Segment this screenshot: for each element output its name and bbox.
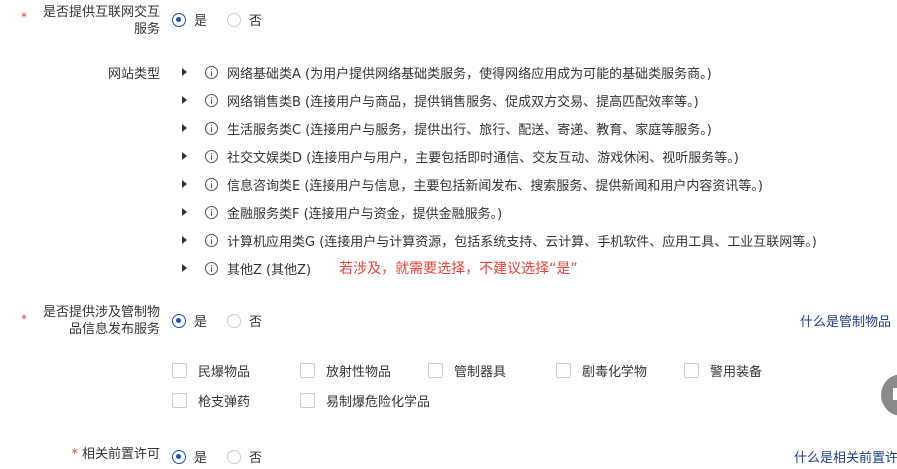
caret-right-icon[interactable] bbox=[182, 68, 187, 76]
radio-checked-icon bbox=[172, 313, 186, 328]
checkbox-firearms[interactable]: 枪支弹药 bbox=[172, 391, 250, 410]
caret-right-icon[interactable] bbox=[182, 236, 187, 244]
internet-service-no-radio[interactable]: 否 bbox=[227, 10, 262, 29]
checkbox-icon bbox=[684, 363, 699, 378]
tree-item-label: 信息咨询类E (连接用户与信息，主要包括新闻发布、搜索服务、提供新闻和用户内容资… bbox=[227, 178, 763, 194]
controlled-items-label-line2: 品信息发布服务 bbox=[68, 322, 160, 337]
controlled-items-help-link[interactable]: 什么是管制物品 bbox=[800, 311, 891, 330]
checkbox-label: 剧毒化学物 bbox=[582, 365, 648, 380]
annotation-note: 若涉及，就需要选择，不建议选择“是” bbox=[339, 261, 578, 277]
radio-label: 否 bbox=[249, 14, 263, 29]
checkbox-label: 易制爆危险化学品 bbox=[326, 395, 431, 410]
tree-item[interactable]: 计算机应用类G (连接用户与计算资源，包括系统支持、云计算、手机软件、应用工具、… bbox=[180, 230, 817, 250]
checkbox-label: 管制器具 bbox=[454, 365, 507, 380]
checkbox-label: 民爆物品 bbox=[198, 365, 251, 380]
info-icon bbox=[205, 261, 218, 275]
checkbox-label: 枪支弹药 bbox=[198, 395, 251, 410]
internet-service-label: 是否提供互联网交互 服务 bbox=[20, 4, 160, 38]
radio-checked-icon bbox=[172, 12, 186, 27]
controlled-items-yes-radio[interactable]: 是 bbox=[172, 311, 207, 330]
checkbox-toxic-chemicals[interactable]: 剧毒化学物 bbox=[556, 361, 647, 380]
radio-label: 否 bbox=[249, 451, 263, 466]
tree-item-label: 其他Z (其他Z) bbox=[227, 262, 312, 278]
radio-label: 是 bbox=[194, 315, 208, 330]
tree-item[interactable]: 社交文娱类D (连接用户与用户，主要包括即时通信、交友互动、游戏休闲、视听服务等… bbox=[180, 146, 739, 166]
pre-permit-no-radio[interactable]: 否 bbox=[227, 447, 262, 466]
checkbox-icon bbox=[300, 393, 315, 408]
checkbox-police-equipment[interactable]: 警用装备 bbox=[684, 361, 762, 380]
internet-service-label-line2: 服务 bbox=[133, 22, 160, 37]
radio-checked-icon bbox=[172, 449, 186, 464]
radio-label: 是 bbox=[194, 451, 208, 466]
checkbox-controlled-tools[interactable]: 管制器具 bbox=[428, 361, 506, 380]
info-icon bbox=[205, 205, 218, 219]
caret-right-icon[interactable] bbox=[182, 152, 187, 160]
info-icon bbox=[205, 149, 218, 163]
checkbox-label: 警用装备 bbox=[710, 365, 763, 380]
pre-permit-label: * 相关前置许可 bbox=[20, 446, 160, 463]
checkbox-label: 放射性物品 bbox=[326, 365, 392, 380]
arrow-icon bbox=[893, 388, 897, 400]
tree-item-label: 社交文娱类D (连接用户与用户，主要包括即时通信、交友互动、游戏休闲、视听服务等… bbox=[227, 150, 739, 166]
checkbox-icon bbox=[172, 393, 187, 408]
caret-right-icon[interactable] bbox=[182, 96, 187, 104]
tree-item[interactable]: 网络基础类A (为用户提供网络基础类服务，使得网络应用成为可能的基础类服务商。) bbox=[180, 62, 712, 82]
tree-item[interactable]: 金融服务类F (连接用户与资金，提供金融服务。) bbox=[180, 202, 502, 222]
controlled-items-label-line1: 是否提供涉及管制物 bbox=[42, 305, 160, 320]
info-icon bbox=[205, 233, 218, 247]
radio-label: 是 bbox=[194, 14, 208, 29]
controlled-items-no-radio[interactable]: 否 bbox=[227, 311, 262, 330]
tree-item-label: 计算机应用类G (连接用户与计算资源，包括系统支持、云计算、手机软件、应用工具、… bbox=[227, 234, 817, 250]
checkbox-radioactive[interactable]: 放射性物品 bbox=[300, 361, 391, 380]
tree-item[interactable]: 生活服务类C (连接用户与服务，提供出行、旅行、配送、寄递、教育、家庭等服务。) bbox=[180, 118, 712, 138]
tree-item[interactable]: 网络销售类B (连接用户与商品，提供销售服务、促成双方交易、提高匹配效率等。) bbox=[180, 90, 699, 110]
checkbox-icon bbox=[172, 363, 187, 378]
internet-service-label-line1: 是否提供互联网交互 bbox=[42, 5, 160, 20]
site-type-label: 网站类型 bbox=[107, 67, 160, 82]
tree-item-label: 网络基础类A (为用户提供网络基础类服务，使得网络应用成为可能的基础类服务商。) bbox=[227, 66, 712, 82]
radio-unchecked-icon bbox=[227, 449, 241, 464]
scroll-top-button[interactable] bbox=[881, 374, 897, 416]
tree-item[interactable]: 其他Z (其他Z) 若涉及，就需要选择，不建议选择“是” bbox=[180, 258, 578, 278]
pre-permit-label-text: 相关前置许可 bbox=[81, 447, 160, 462]
info-icon bbox=[205, 93, 218, 107]
caret-right-icon[interactable] bbox=[182, 208, 187, 216]
pre-permit-help-link[interactable]: 什么是相关前置许 bbox=[794, 447, 897, 466]
checkbox-icon bbox=[428, 363, 443, 378]
tree-item[interactable]: 信息咨询类E (连接用户与信息，主要包括新闻发布、搜索服务、提供新闻和用户内容资… bbox=[180, 174, 763, 194]
caret-right-icon[interactable] bbox=[182, 124, 187, 132]
radio-unchecked-icon bbox=[227, 313, 241, 328]
radio-label: 否 bbox=[249, 315, 263, 330]
radio-unchecked-icon bbox=[227, 12, 241, 27]
info-icon bbox=[205, 177, 218, 191]
pre-permit-yes-radio[interactable]: 是 bbox=[172, 447, 207, 466]
info-icon bbox=[205, 121, 218, 135]
tree-item-label: 生活服务类C (连接用户与服务，提供出行、旅行、配送、寄递、教育、家庭等服务。) bbox=[227, 122, 712, 138]
checkbox-explosive-precursors[interactable]: 易制爆危险化学品 bbox=[300, 391, 430, 410]
checkbox-icon bbox=[556, 363, 571, 378]
internet-service-yes-radio[interactable]: 是 bbox=[172, 10, 207, 29]
tree-item-label: 网络销售类B (连接用户与商品，提供销售服务、促成双方交易、提高匹配效率等。) bbox=[227, 94, 699, 110]
caret-right-icon[interactable] bbox=[182, 180, 187, 188]
checkbox-civil-explosives[interactable]: 民爆物品 bbox=[172, 361, 250, 380]
checkbox-icon bbox=[300, 363, 315, 378]
controlled-items-label: 是否提供涉及管制物 品信息发布服务 bbox=[20, 304, 160, 338]
required-mark: * bbox=[71, 447, 78, 462]
info-icon bbox=[205, 65, 218, 79]
tree-item-label: 金融服务类F (连接用户与资金，提供金融服务。) bbox=[227, 206, 503, 222]
caret-right-icon[interactable] bbox=[182, 264, 187, 272]
